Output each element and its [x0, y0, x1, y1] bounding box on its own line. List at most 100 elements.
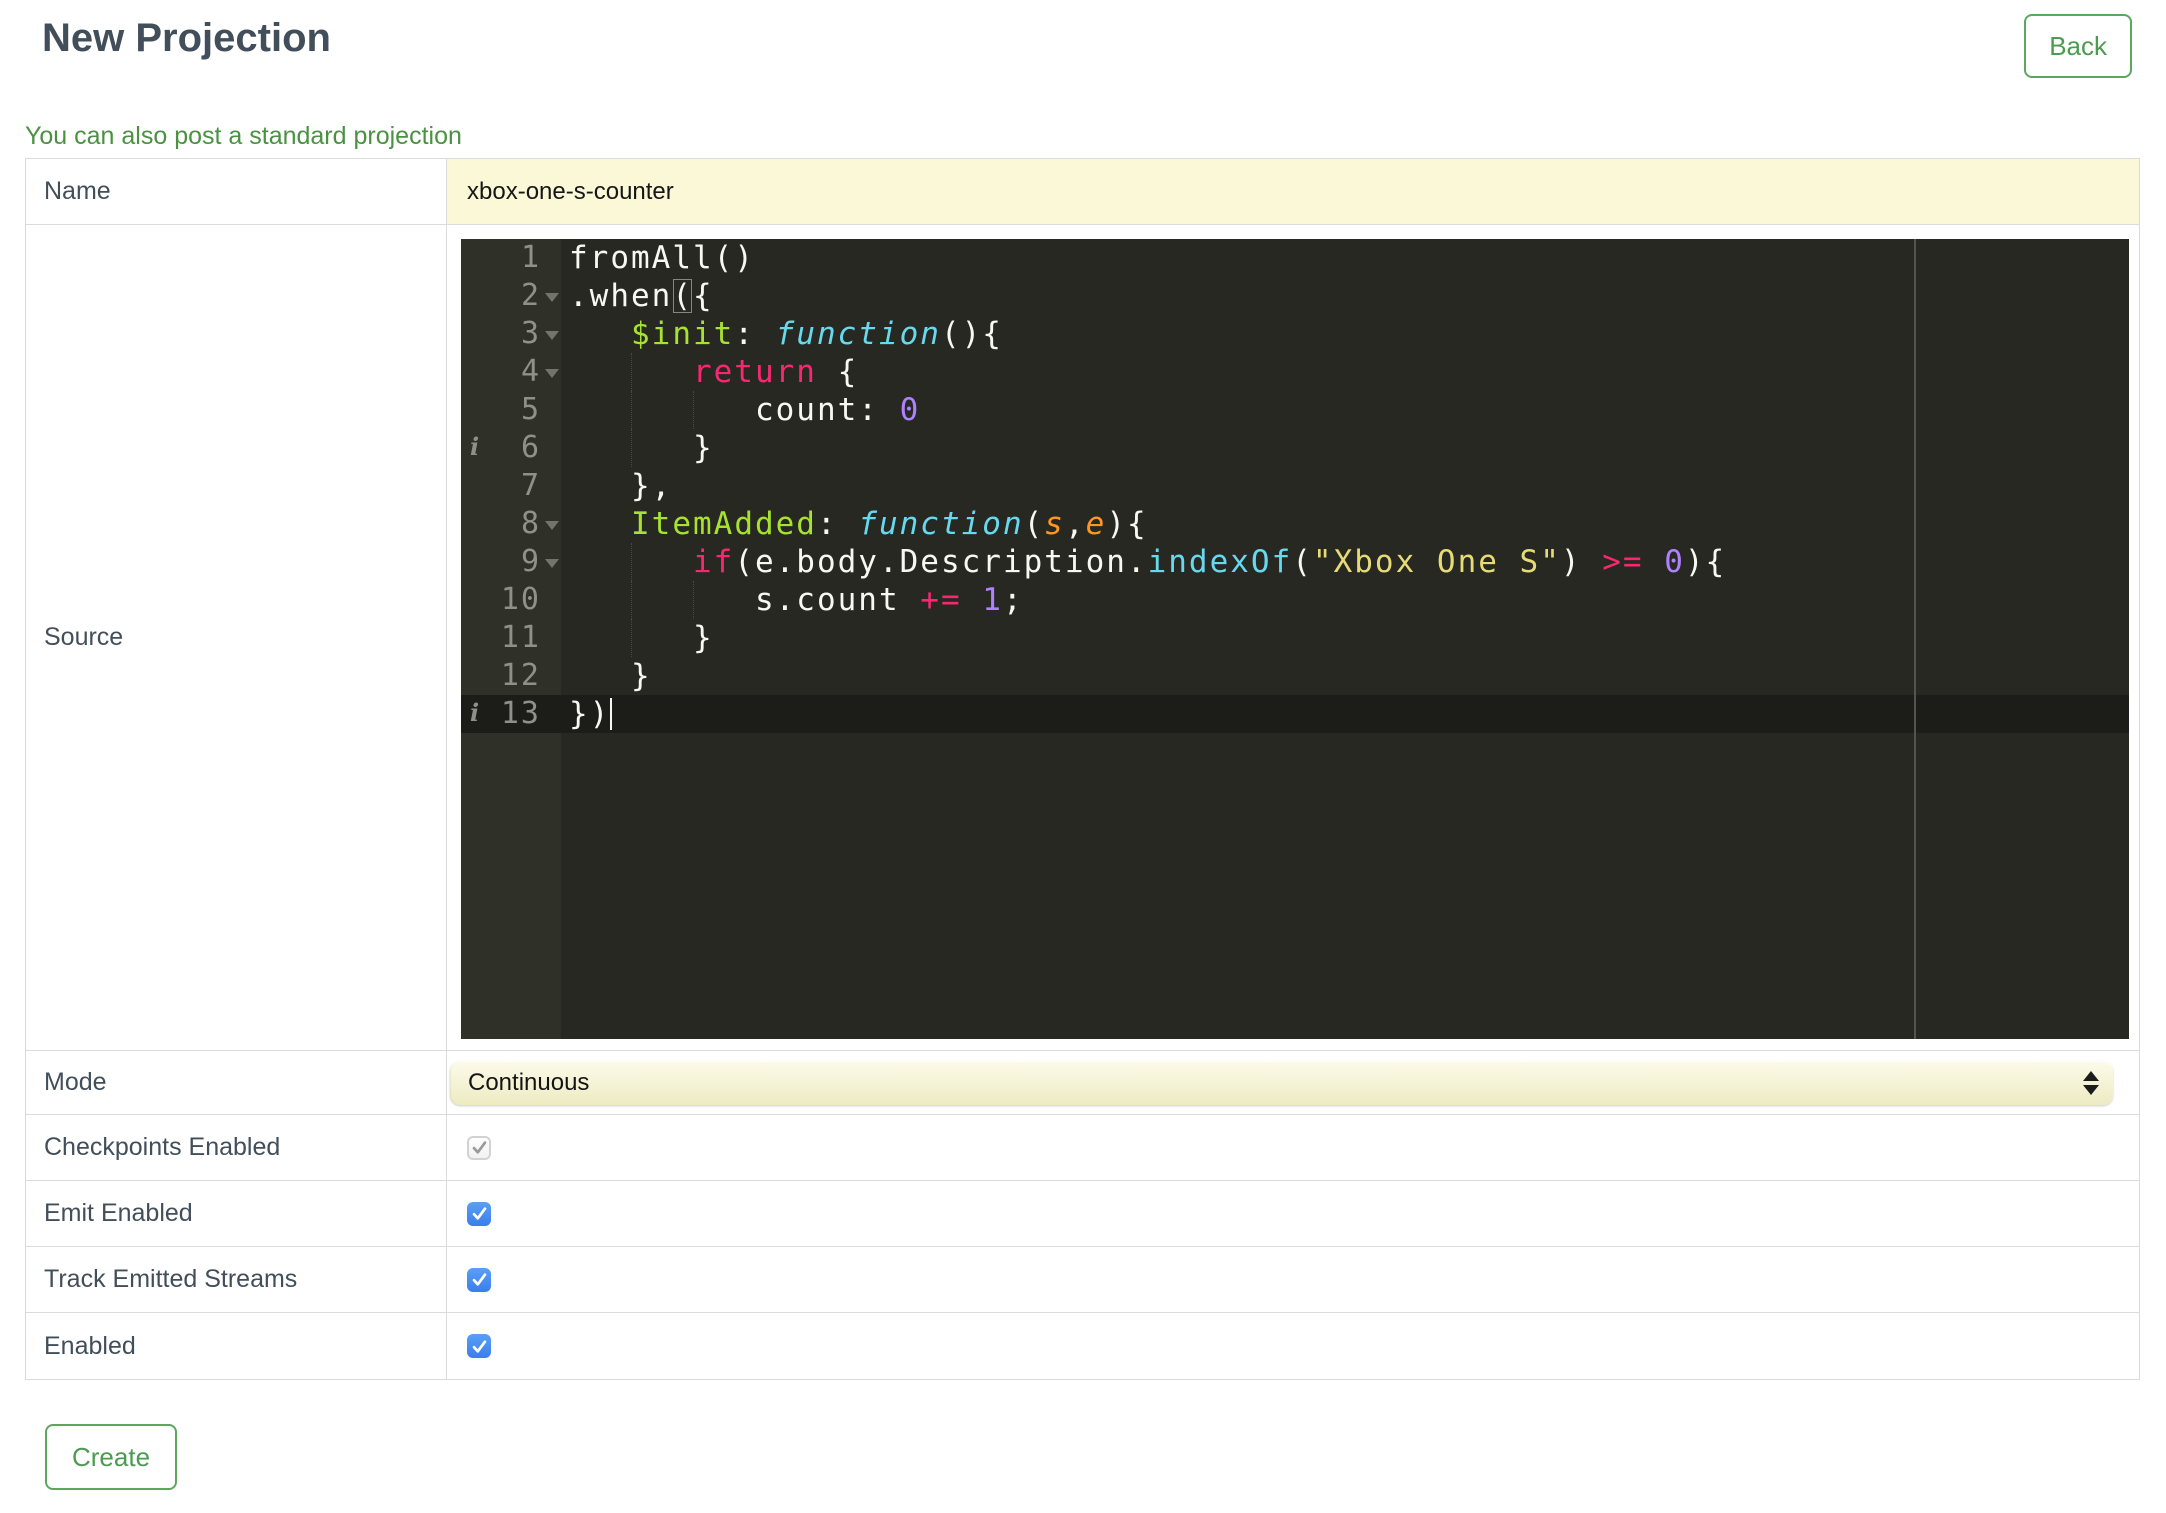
mode-row: Mode Continuous: [26, 1051, 2139, 1115]
source-value-cell: 1 2 3 4 5 i 6 7 8 9 10 11 12 i 13 fromAll() .when({ $in…: [447, 225, 2139, 1050]
code-token: {: [693, 278, 714, 314]
code-token: (e.body.Description.: [734, 544, 1148, 580]
code-line-12[interactable]: }: [569, 657, 652, 695]
code-token: "Xbox One S": [1312, 544, 1561, 580]
fold-arrow-icon[interactable]: [545, 521, 559, 530]
line-number: 10: [500, 582, 541, 617]
new-projection-page: New Projection Back You can also post a …: [0, 0, 2166, 1513]
create-button[interactable]: Create: [45, 1424, 178, 1490]
fold-arrow-icon[interactable]: [545, 559, 559, 568]
code-line-13[interactable]: }): [569, 695, 613, 733]
track-emitted-streams-label: Track Emitted Streams: [26, 1247, 447, 1312]
fold-arrow-icon[interactable]: [545, 331, 559, 340]
code-token: }: [569, 658, 652, 694]
code-token: (){: [940, 316, 1003, 352]
enabled-row: Enabled: [26, 1313, 2139, 1379]
code-line-10[interactable]: s.count += 1;: [569, 581, 1024, 619]
gutter-line-2: 2: [461, 277, 561, 315]
info-annotation-icon: i: [470, 432, 480, 461]
check-icon: [472, 1273, 486, 1286]
gutter-line-4: 4: [461, 353, 561, 391]
gutter-line-3: 3: [461, 315, 561, 353]
code-line-4[interactable]: return {: [569, 353, 858, 391]
code-line-8[interactable]: ItemAdded: function(s,e){: [569, 505, 1148, 543]
code-token: ){: [1684, 544, 1727, 580]
code-token: 1: [982, 582, 1003, 618]
code-token: +=: [920, 582, 962, 618]
gutter-line-10: 10: [461, 581, 561, 619]
line-number: 5: [520, 392, 541, 427]
code-token: 0: [1664, 544, 1685, 580]
code-token: .when: [569, 278, 673, 314]
code-token: }: [569, 620, 714, 656]
code-line-9[interactable]: if(e.body.Description.indexOf("Xbox One …: [569, 543, 1726, 581]
checkpoints-enabled-label: Checkpoints Enabled: [26, 1115, 447, 1180]
active-line-highlight: [461, 695, 2129, 733]
code-token: ): [1560, 544, 1603, 580]
code-token: $init: [631, 316, 735, 352]
gutter-line-13: i 13: [461, 695, 561, 733]
mode-select[interactable]: Continuous: [450, 1061, 2113, 1105]
code-line-6[interactable]: }: [569, 429, 714, 467]
code-line-2[interactable]: .when({: [569, 277, 714, 315]
indent-guide-line: [630, 581, 632, 619]
code-token: ItemAdded: [631, 506, 817, 542]
indent-guide-line: [630, 543, 632, 581]
enabled-label: Enabled: [26, 1313, 447, 1379]
check-icon: [472, 1141, 486, 1154]
fold-arrow-icon[interactable]: [545, 293, 559, 302]
code-token: (: [1023, 506, 1045, 542]
code-token: return: [692, 354, 817, 390]
line-number: 11: [500, 620, 541, 655]
gutter-line-6: i6: [461, 429, 561, 467]
select-arrows-icon: [2083, 1071, 2099, 1095]
back-button[interactable]: Back: [2024, 14, 2132, 78]
code-token: count:: [569, 392, 900, 428]
gutter-line-8: 8: [461, 505, 561, 543]
code-token: indexOf: [1147, 544, 1293, 580]
code-token: >=: [1602, 544, 1644, 580]
code-token: :: [734, 316, 776, 352]
line-number: 12: [500, 658, 541, 693]
code-token: s: [1044, 506, 1065, 542]
name-value-cell: [447, 159, 2139, 224]
code-line-7[interactable]: },: [569, 467, 672, 505]
indent-guide-line: [692, 581, 694, 619]
name-input[interactable]: [447, 159, 2139, 224]
line-number: 1: [520, 240, 541, 275]
projection-form: Name Source 12345i6789101112i13 fromAll(…: [25, 158, 2140, 1380]
code-token: ,: [1064, 506, 1086, 542]
code-line-3[interactable]: $init: function(){: [569, 315, 1003, 353]
emit-enabled-checkbox[interactable]: [467, 1201, 491, 1226]
mode-label: Mode: [26, 1051, 447, 1114]
code-token: function: [858, 506, 1024, 542]
code-line-1[interactable]: fromAll(): [569, 239, 755, 277]
code-token: s.count: [569, 582, 921, 618]
line-number: 7: [520, 468, 541, 503]
name-row: Name: [26, 159, 2139, 225]
info-annotation-icon: i: [470, 698, 480, 727]
code-token: :: [816, 506, 859, 542]
page-title: New Projection: [42, 16, 331, 60]
code-token: ){: [1106, 506, 1148, 542]
source-row: Source 1 2 3 4 5 i 6 7 8 9 10 11 12 i 13 fromAll() .whe…: [26, 225, 2139, 1051]
enabled-checkbox[interactable]: [467, 1334, 491, 1358]
code-token: 0: [899, 392, 921, 428]
code-token: fromAll(): [569, 240, 755, 276]
checkpoints-enabled-checkbox[interactable]: [467, 1135, 491, 1160]
source-editor[interactable]: 1 2 3 4 5 i 6 7 8 9 10 11 12 i 13 fromAll() .when({ $in…: [461, 239, 2129, 1039]
gutter-line-11: 11: [461, 619, 561, 657]
standard-projection-link[interactable]: You can also post a standard projection: [25, 122, 462, 151]
code-token: ;: [1002, 582, 1024, 618]
code-line-5[interactable]: count: 0: [569, 391, 920, 429]
fold-arrow-icon[interactable]: [545, 369, 559, 378]
code-token: (: [672, 278, 693, 314]
indent-guide-line: [630, 391, 632, 429]
code-token: e: [1085, 506, 1107, 542]
code-token: }: [569, 430, 714, 466]
code-line-11[interactable]: }: [569, 619, 714, 657]
track-emitted-streams-checkbox[interactable]: [467, 1267, 491, 1292]
